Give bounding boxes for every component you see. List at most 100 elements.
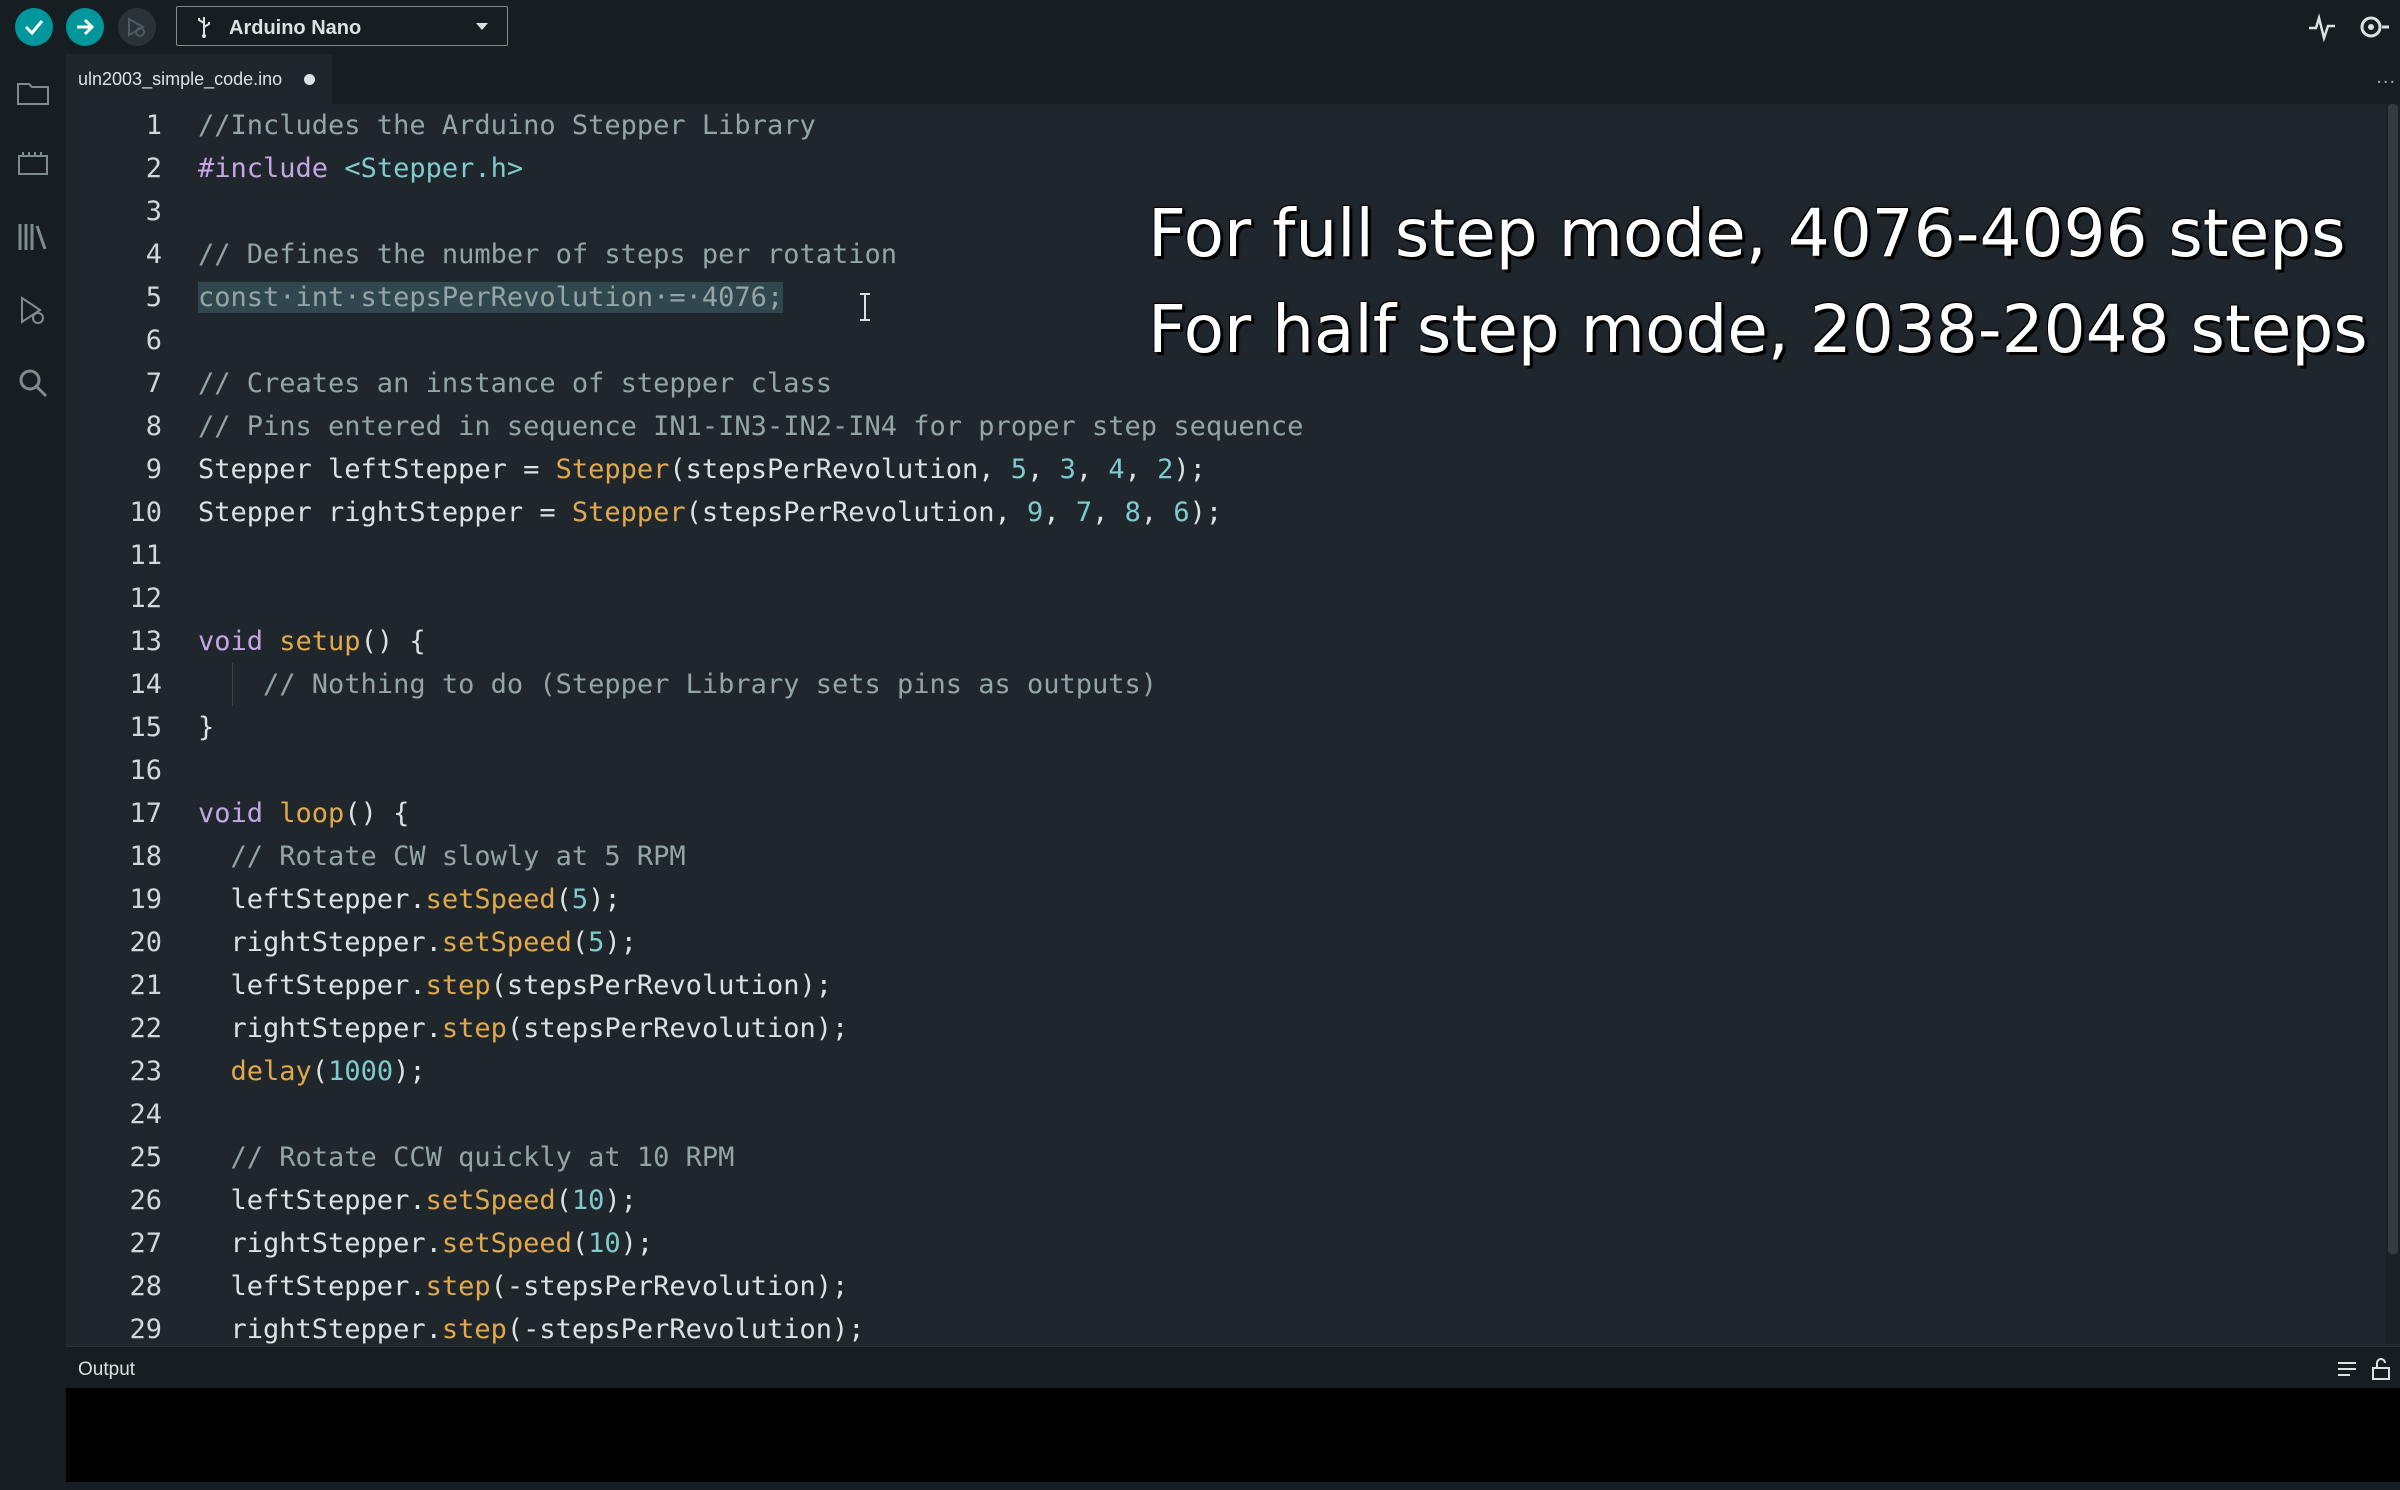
line-number: 15 [129, 712, 162, 743]
code-token: setSpeed [441, 1228, 572, 1259]
line-code: const·int·stepsPerRevolution·=·4076; [198, 276, 784, 319]
vertical-scrollbar[interactable] [2386, 104, 2400, 1344]
debug-icon [128, 17, 146, 37]
scrollbar-thumb[interactable] [2388, 104, 2398, 1254]
code-token: setSpeed [425, 1185, 556, 1216]
code-token: 4 [1108, 454, 1125, 485]
debugger-icon[interactable] [14, 292, 52, 330]
search-icon[interactable] [14, 364, 52, 402]
code-line[interactable]: 1 //Includes the Arduino Stepper Library [66, 104, 2366, 147]
code-token: ( [571, 927, 589, 958]
line-number: 26 [129, 1185, 162, 1216]
code-token: ); [1189, 497, 1223, 528]
tab-sketch-file[interactable]: uln2003_simple_code.ino [66, 54, 332, 104]
code-line[interactable]: 9 Stepper leftStepper = Stepper(stepsPerR… [66, 448, 2366, 491]
status-bar [66, 1482, 2400, 1490]
code-token: ); [604, 1185, 637, 1216]
line-code: // Creates an instance of stepper class [198, 362, 832, 405]
unlock-icon[interactable] [2370, 1357, 2392, 1381]
code-token: delay [230, 1056, 312, 1087]
code-token: step [425, 1271, 491, 1302]
code-token: //Includes the Arduino Stepper Library [198, 110, 816, 141]
code-token: Stepper [571, 497, 686, 528]
line-code: rightStepper.setSpeed(10); [198, 1222, 654, 1265]
clear-output-icon[interactable] [2336, 1359, 2358, 1379]
line-number: 24 [129, 1099, 162, 1130]
line-code: // Nothing to do (Stepper Library sets p… [198, 663, 1157, 706]
code-line[interactable]: 12 [66, 577, 2366, 620]
code-token: ( [571, 1228, 589, 1259]
line-number: 29 [129, 1314, 162, 1344]
code-token: rightStepper. [198, 1228, 442, 1259]
code-token: , [1140, 497, 1174, 528]
serial-monitor-icon[interactable] [2356, 10, 2390, 44]
code-line[interactable]: 28 leftStepper.step(-stepsPerRevolution)… [66, 1265, 2366, 1308]
code-line[interactable]: 21 leftStepper.step(stepsPerRevolution); [66, 964, 2366, 1007]
code-token: , [1124, 454, 1158, 485]
folder-icon[interactable] [14, 74, 52, 112]
code-token: // Defines the number of steps per rotat… [198, 239, 897, 270]
code-token: loop [279, 798, 345, 829]
board-selector[interactable]: Arduino Nano [176, 6, 508, 46]
code-line[interactable]: 29 rightStepper.step(-stepsPerRevolution… [66, 1308, 2366, 1344]
line-code: rightStepper.step(stepsPerRevolution); [198, 1007, 849, 1050]
code-token: , [1092, 497, 1125, 528]
code-token: setup [279, 626, 361, 657]
code-line[interactable]: 23 delay(1000); [66, 1050, 2366, 1093]
code-token: step [425, 970, 491, 1001]
code-token: // Pins entered in sequence IN1-IN3-IN2-… [198, 411, 1304, 442]
code-line[interactable]: 8 // Pins entered in sequence IN1-IN3-IN2… [66, 405, 2366, 448]
code-line[interactable]: 14 // Nothing to do (Stepper Library set… [66, 663, 2366, 706]
code-token: void [198, 626, 280, 657]
code-line[interactable]: 26 leftStepper.setSpeed(10); [66, 1179, 2366, 1222]
code-line[interactable]: 11 [66, 534, 2366, 577]
library-icon[interactable] [14, 218, 52, 256]
debug-button[interactable] [118, 8, 156, 46]
code-token: ); [1173, 454, 1206, 485]
code-line[interactable]: 2 #include <Stepper.h> [66, 147, 2366, 190]
arrow-right-icon [77, 18, 95, 36]
code-token: } [198, 712, 215, 743]
code-line[interactable]: 24 [66, 1093, 2366, 1136]
upload-button[interactable] [66, 8, 104, 46]
pulse-icon[interactable] [2307, 12, 2337, 42]
toolbar: Arduino Nano [0, 0, 2400, 54]
board-icon[interactable] [14, 146, 52, 184]
verify-button[interactable] [15, 8, 53, 46]
code-token: ); [393, 1056, 426, 1087]
code-line[interactable]: 16 [66, 749, 2366, 792]
code-token: 9 [1027, 497, 1044, 528]
code-token: , [1043, 497, 1076, 528]
code-token: 5 [588, 927, 605, 958]
tab-more-button[interactable]: ... [2376, 66, 2396, 89]
line-code: // Pins entered in sequence IN1-IN3-IN2-… [198, 405, 1303, 448]
code-token: 6 [1173, 497, 1190, 528]
code-token: leftStepper. [198, 1185, 426, 1216]
line-number: 6 [145, 325, 162, 356]
line-code: } [198, 706, 214, 749]
code-line[interactable]: 27 rightStepper.setSpeed(10); [66, 1222, 2366, 1265]
tab-label: uln2003_simple_code.ino [78, 69, 283, 89]
sidebar [0, 54, 66, 1490]
code-line[interactable]: 22 rightStepper.step(stepsPerRevolution)… [66, 1007, 2366, 1050]
code-line[interactable]: 10 Stepper rightStepper = Stepper(stepsPe… [66, 491, 2366, 534]
code-line[interactable]: 20 rightStepper.setSpeed(5); [66, 921, 2366, 964]
tab-bar: uln2003_simple_code.ino ... [66, 54, 2400, 104]
code-token: (stepsPerRevolution); [506, 1013, 849, 1044]
line-number: 5 [145, 282, 162, 313]
code-token: (stepsPerRevolution, [685, 497, 1028, 528]
line-number: 27 [129, 1228, 162, 1259]
code-token: setSpeed [425, 884, 556, 915]
code-line[interactable]: 17 void loop() { [66, 792, 2366, 835]
code-line[interactable]: 19 leftStepper.setSpeed(5); [66, 878, 2366, 921]
line-code: rightStepper.setSpeed(5); [198, 921, 637, 964]
code-token: rightStepper. [198, 927, 442, 958]
output-console[interactable] [66, 1388, 2400, 1482]
code-line[interactable]: 25 // Rotate CCW quickly at 10 RPM [66, 1136, 2366, 1179]
code-line[interactable]: 18 // Rotate CW slowly at 5 RPM [66, 835, 2366, 878]
line-number: 19 [129, 884, 162, 915]
code-line[interactable]: 15} [66, 706, 2366, 749]
line-number: 9 [145, 454, 162, 485]
code-line[interactable]: 13 void setup() { [66, 620, 2366, 663]
board-name: Arduino Nano [229, 17, 362, 39]
